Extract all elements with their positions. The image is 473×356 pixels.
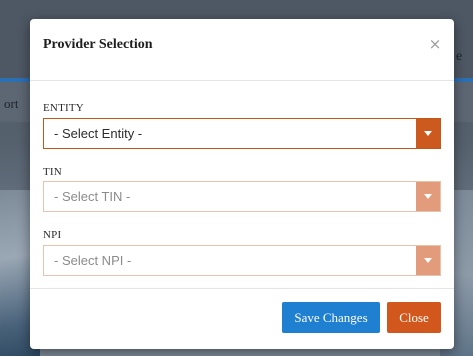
entity-select-value: - Select Entity -	[54, 126, 143, 141]
chevron-down-icon	[416, 119, 440, 148]
npi-select-value: - Select NPI -	[54, 253, 132, 268]
tin-select[interactable]: - Select TIN -	[43, 181, 441, 212]
modal-footer: Save Changes Close	[30, 288, 454, 349]
tin-select-value: - Select TIN -	[54, 189, 131, 204]
background-nav-text: ort	[4, 96, 19, 111]
close-icon[interactable]: ×	[428, 36, 442, 52]
save-changes-button[interactable]: Save Changes	[282, 302, 380, 333]
provider-selection-modal: Provider Selection × ENTITY - Select Ent…	[30, 19, 454, 349]
close-button[interactable]: Close	[387, 302, 441, 333]
modal-title: Provider Selection	[43, 37, 153, 52]
modal-header: Provider Selection ×	[30, 19, 454, 81]
entity-select[interactable]: - Select Entity -	[43, 118, 441, 149]
chevron-down-icon	[416, 246, 440, 275]
npi-select[interactable]: - Select NPI -	[43, 245, 441, 276]
tin-label: TIN	[43, 166, 62, 178]
chevron-down-icon	[416, 182, 440, 211]
npi-label: NPI	[43, 229, 62, 241]
entity-label: ENTITY	[43, 102, 84, 114]
background-header-text: e	[456, 49, 463, 64]
